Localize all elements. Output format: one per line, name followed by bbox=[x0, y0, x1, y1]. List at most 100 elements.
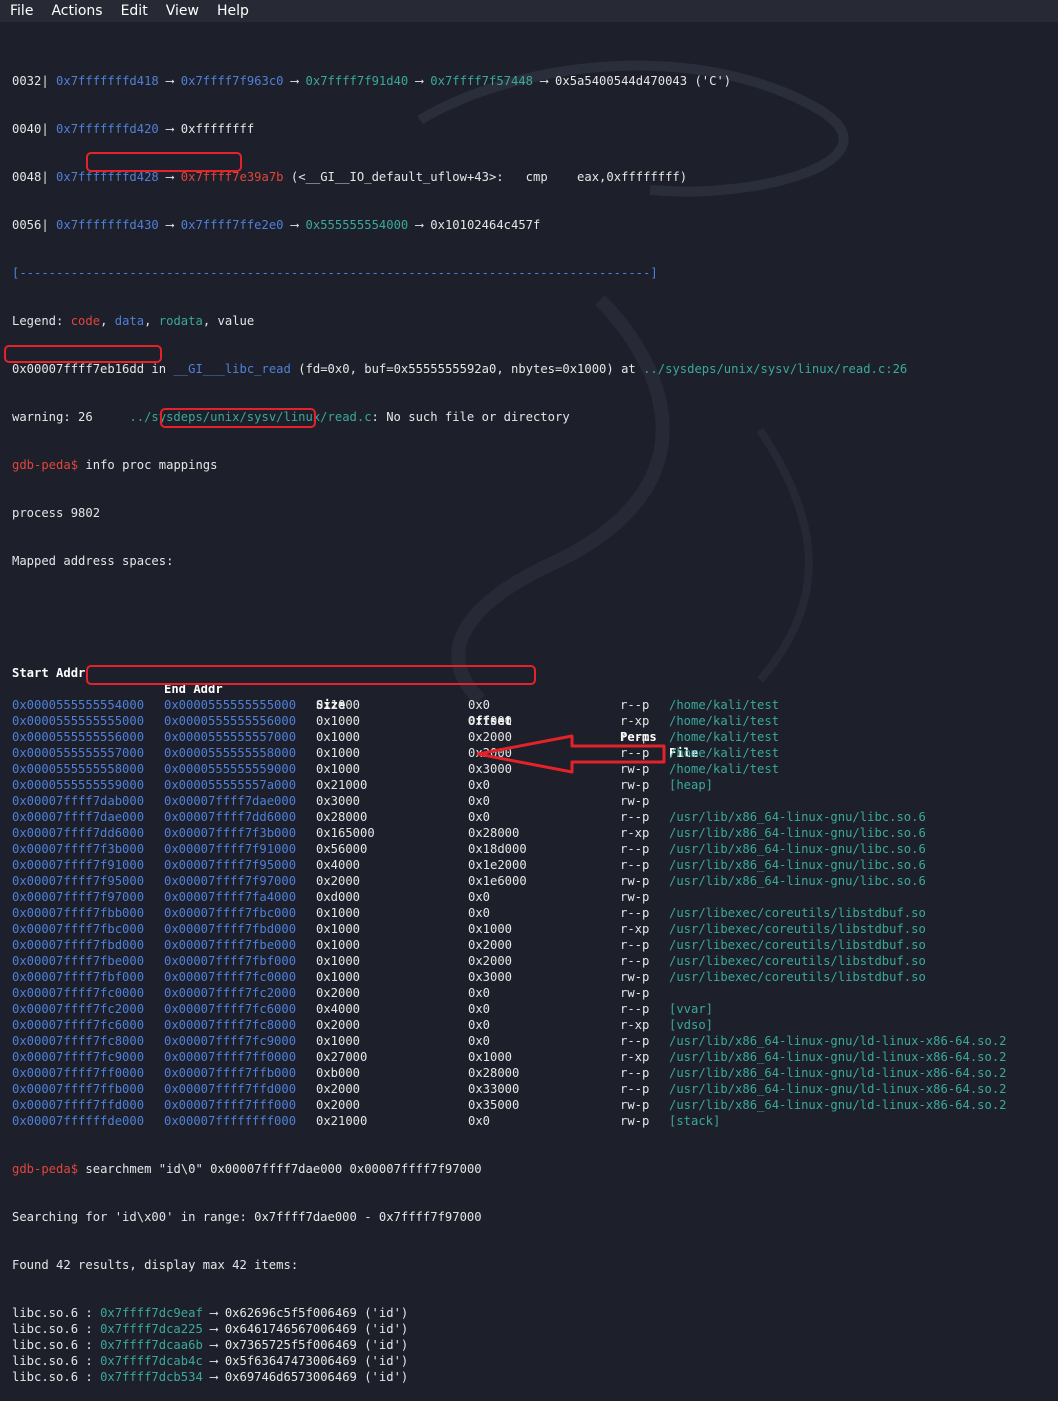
search-result-row: libc.so.6 : 0x7ffff7dca225 ⟶ 0x646174656… bbox=[12, 1322, 409, 1336]
mapping-file: /home/kali/test bbox=[669, 746, 780, 760]
mapping-end-addr: 0x00007ffffffff000 bbox=[164, 1114, 297, 1128]
mapping-row: 0x00007ffff7fbd000 0x00007ffff7fbe000 0x10… bbox=[12, 937, 1052, 953]
result-addr: 0x7ffff7dcb534 bbox=[100, 1370, 203, 1384]
mapping-row: 0x00007ffff7f95000 0x00007ffff7f97000 0x20… bbox=[12, 873, 1052, 889]
mapping-end-addr: 0x00007ffff7fc9000 bbox=[164, 1034, 297, 1048]
mapping-size: 0x1000 bbox=[316, 1034, 361, 1048]
mapping-perms: rw-p bbox=[620, 970, 650, 984]
mapping-row: 0x00007ffff7f3b000 0x00007ffff7f91000 0x56… bbox=[12, 841, 1052, 857]
mapping-row: 0x00007ffff7fc6000 0x00007ffff7fc8000 0x20… bbox=[12, 1017, 1052, 1033]
mapping-size: 0x1000 bbox=[316, 954, 361, 968]
highlight-searchmem-command bbox=[86, 665, 536, 685]
mapping-file: /usr/lib/x86_64-linux-gnu/libc.so.6 bbox=[669, 826, 926, 840]
mapping-file: /home/kali/test bbox=[669, 762, 780, 776]
mapping-size: 0x1000 bbox=[316, 714, 361, 728]
mapping-offset: 0x2000 bbox=[468, 954, 513, 968]
mapping-perms: r--p bbox=[620, 1002, 650, 1016]
result-lib: libc.so.6 : bbox=[12, 1306, 93, 1320]
mapping-file: /usr/libexec/coreutils/libstdbuf.so bbox=[669, 906, 926, 920]
mapping-offset: 0x0 bbox=[468, 906, 491, 920]
mapping-perms: rw-p bbox=[620, 778, 650, 792]
mapping-offset: 0x33000 bbox=[468, 1082, 520, 1096]
mapping-end-addr: 0x00007ffff7fc2000 bbox=[164, 986, 297, 1000]
mapping-end-addr: 0x00007ffff7fbe000 bbox=[164, 938, 297, 952]
highlight-libc-end-addr bbox=[160, 408, 316, 428]
mapping-size: 0x1000 bbox=[316, 762, 361, 776]
result-addr: 0x7ffff7dcaa6b bbox=[100, 1338, 203, 1352]
mapping-perms: r--p bbox=[620, 858, 650, 872]
mapping-start-addr: 0x00007ffff7ffd000 bbox=[12, 1098, 145, 1112]
mapping-perms: r--p bbox=[620, 1082, 650, 1096]
mapping-perms: r-xp bbox=[620, 922, 650, 936]
menu-view[interactable]: View bbox=[156, 3, 207, 19]
mapping-row: 0x00007ffff7fc2000 0x00007ffff7fc6000 0x40… bbox=[12, 1001, 1052, 1017]
mapping-end-addr: 0x00007ffff7f97000 bbox=[164, 874, 297, 888]
result-value: 0x6461746567006469 ('id') bbox=[224, 1322, 409, 1336]
mapping-file: /usr/libexec/coreutils/libstdbuf.so bbox=[669, 954, 926, 968]
mapping-file: [heap] bbox=[669, 778, 714, 792]
command-info-proc-mappings[interactable]: info proc mappings bbox=[85, 458, 217, 472]
mapping-perms: rw-p bbox=[620, 890, 650, 904]
mapping-offset: 0x28000 bbox=[468, 826, 520, 840]
mapping-row: 0x00007ffff7ffb000 0x00007ffff7ffd000 0x20… bbox=[12, 1081, 1052, 1097]
mapping-row: 0x00007ffff7ffd000 0x00007ffff7fff000 0x20… bbox=[12, 1097, 1052, 1113]
terminal-output[interactable]: 0032| 0x7fffffffd418 ⟶ 0x7ffff7f963c0 ⟶ … bbox=[12, 25, 1052, 1401]
found-line: Found 42 results, display max 42 items: bbox=[12, 1258, 299, 1272]
mapping-size: 0x1000 bbox=[316, 906, 361, 920]
mapping-end-addr: 0x00007ffff7f91000 bbox=[164, 842, 297, 856]
mapping-start-addr: 0x00007ffff7fbe000 bbox=[12, 954, 145, 968]
mapping-offset: 0x0 bbox=[468, 810, 491, 824]
mapping-size: 0x1000 bbox=[316, 746, 361, 760]
mapping-row: 0x00007ffff7fc8000 0x00007ffff7fc9000 0x10… bbox=[12, 1033, 1052, 1049]
mapping-start-addr: 0x00007ffff7fc8000 bbox=[12, 1034, 145, 1048]
mapping-size: 0x1000 bbox=[316, 922, 361, 936]
mapping-offset: 0x1e6000 bbox=[468, 874, 527, 888]
mapping-end-addr: 0x00007ffff7fa4000 bbox=[164, 890, 297, 904]
process-line: process 9802 bbox=[12, 506, 101, 520]
mapping-size: 0x1000 bbox=[316, 698, 361, 712]
mapping-size: 0x2000 bbox=[316, 986, 361, 1000]
mapping-start-addr: 0x0000555555555000 bbox=[12, 714, 145, 728]
mapping-offset: 0x0 bbox=[468, 778, 491, 792]
mapping-row: 0x00007ffff7fbf000 0x00007ffff7fc0000 0x10… bbox=[12, 969, 1052, 985]
search-result-row: libc.so.6 : 0x7ffff7dcaa6b ⟶ 0x7365725f5… bbox=[12, 1338, 409, 1352]
mapping-perms: rw-p bbox=[620, 1098, 650, 1112]
mapping-start-addr: 0x00007ffff7fc6000 bbox=[12, 1018, 145, 1032]
mapping-start-addr: 0x0000555555554000 bbox=[12, 698, 145, 712]
mapping-size: 0x2000 bbox=[316, 1082, 361, 1096]
mapping-file: /usr/libexec/coreutils/libstdbuf.so bbox=[669, 938, 926, 952]
mapping-perms: rw-p bbox=[620, 986, 650, 1000]
menu-actions[interactable]: Actions bbox=[41, 3, 110, 19]
menu-edit[interactable]: Edit bbox=[111, 3, 156, 19]
result-value: 0x7365725f5f006469 ('id') bbox=[224, 1338, 409, 1352]
highlight-libc-start-addr bbox=[4, 345, 162, 363]
command-searchmem[interactable]: searchmem "id\0" 0x00007ffff7dae000 0x00… bbox=[85, 1162, 481, 1176]
mapping-perms: r--p bbox=[620, 810, 650, 824]
mapping-end-addr: 0x00007ffff7fc0000 bbox=[164, 970, 297, 984]
mapping-perms: r--p bbox=[620, 906, 650, 920]
mapping-start-addr: 0x00007ffff7ff0000 bbox=[12, 1066, 145, 1080]
mapping-offset: 0x0 bbox=[468, 1002, 491, 1016]
mapping-size: 0x4000 bbox=[316, 858, 361, 872]
menu-file[interactable]: File bbox=[0, 3, 41, 19]
mapping-file: /usr/lib/x86_64-linux-gnu/ld-linux-x86-6… bbox=[669, 1066, 1007, 1080]
mapping-offset: 0x0 bbox=[468, 1018, 491, 1032]
mapping-perms: rw-p bbox=[620, 1114, 650, 1128]
mapping-offset: 0x1000 bbox=[468, 714, 513, 728]
mapping-offset: 0x1e2000 bbox=[468, 858, 527, 872]
result-addr: 0x7ffff7dc9eaf bbox=[100, 1306, 203, 1320]
mapping-perms: r-xp bbox=[620, 1018, 650, 1032]
stack-line: 0040| 0x7fffffffd420 ⟶ 0xffffffff bbox=[12, 122, 255, 136]
mapping-size: 0x1000 bbox=[316, 970, 361, 984]
mapping-file: /home/kali/test bbox=[669, 730, 780, 744]
mapping-perms: rw-p bbox=[620, 874, 650, 888]
mapping-end-addr: 0x00007ffff7f3b000 bbox=[164, 826, 297, 840]
mapping-offset: 0x0 bbox=[468, 1034, 491, 1048]
mapping-start-addr: 0x0000555555558000 bbox=[12, 762, 145, 776]
mapping-end-addr: 0x00007ffff7f95000 bbox=[164, 858, 297, 872]
menu-help[interactable]: Help bbox=[207, 3, 257, 19]
mapping-row: 0x00007ffff7fbe000 0x00007ffff7fbf000 0x10… bbox=[12, 953, 1052, 969]
mapping-perms: r--p bbox=[620, 842, 650, 856]
mapping-perms: r--p bbox=[620, 1034, 650, 1048]
